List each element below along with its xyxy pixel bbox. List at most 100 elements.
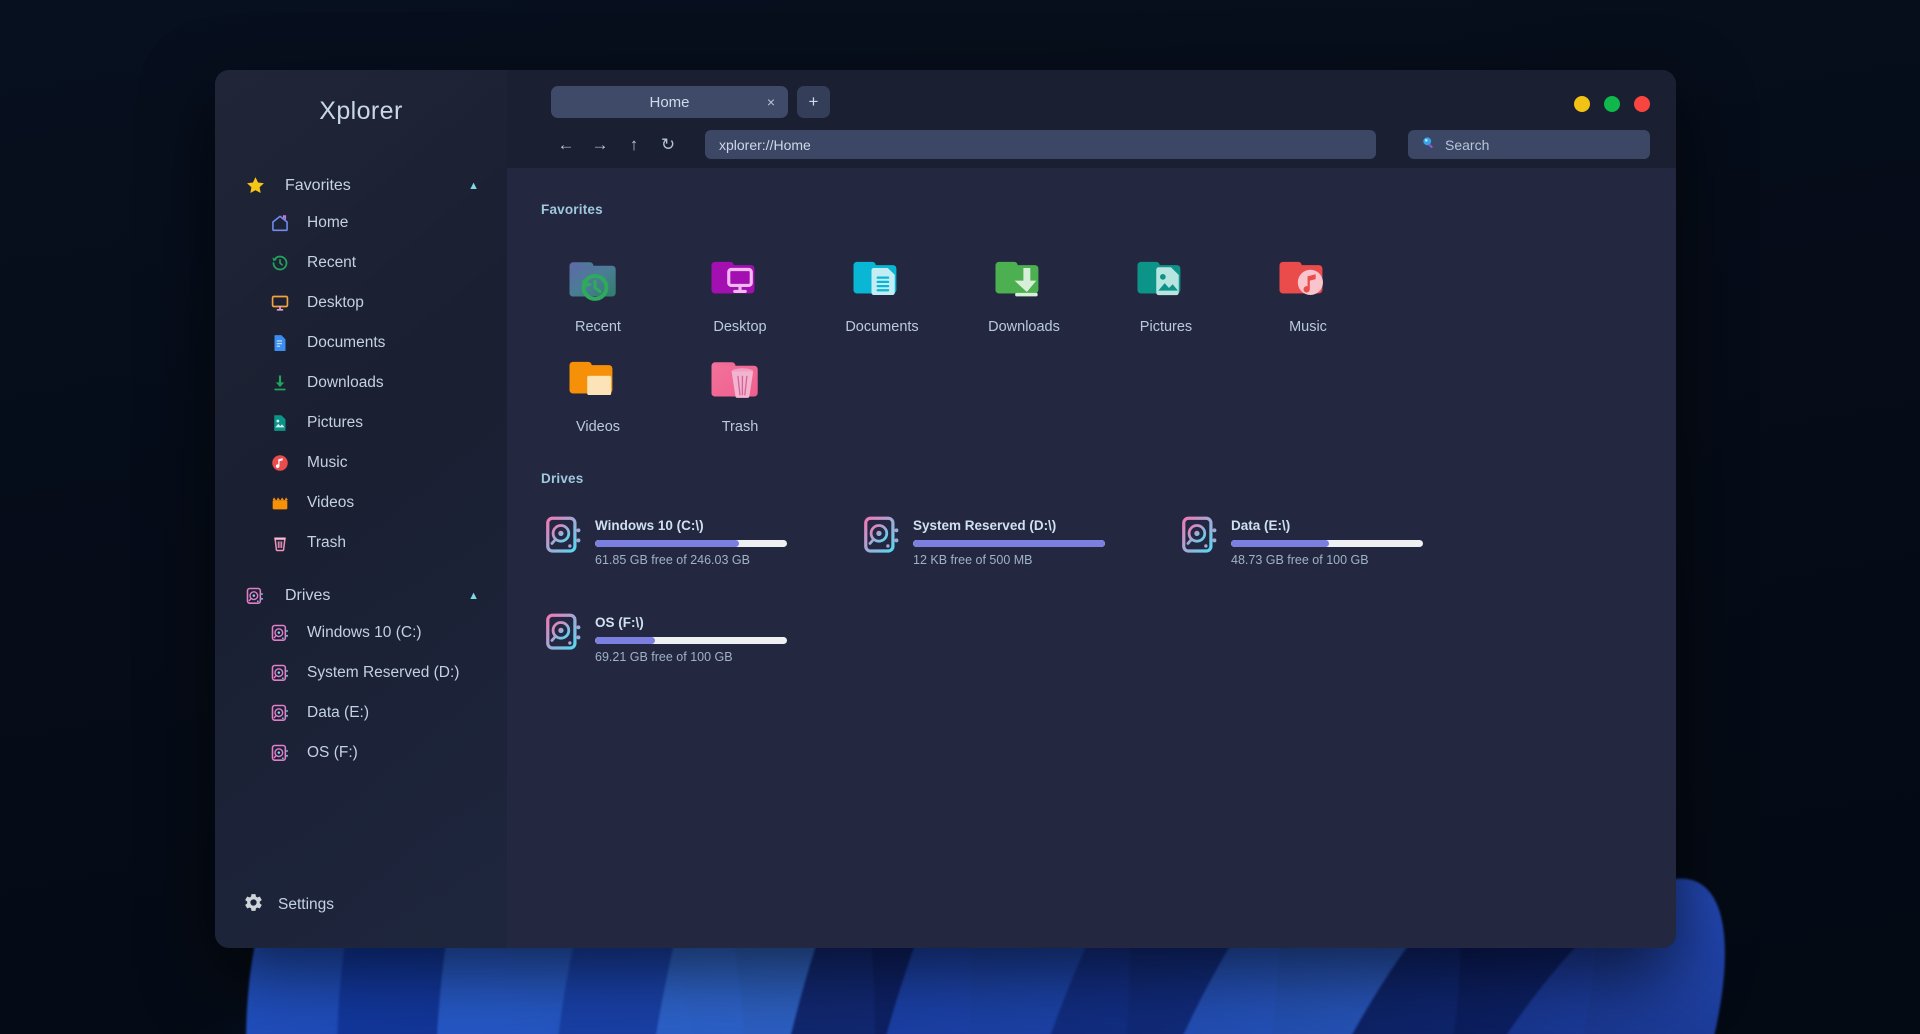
- sidebar-item-label: System Reserved (D:): [307, 664, 460, 681]
- sidebar-item-label: Trash: [307, 534, 347, 551]
- folder-item-label: Trash: [721, 419, 759, 435]
- folder-item-label: Music: [1289, 319, 1327, 335]
- drive-name: Windows 10 (C:\): [595, 518, 704, 533]
- search-input[interactable]: Search: [1408, 130, 1650, 159]
- drive-card[interactable]: OS (F:\) 69.21 GB free of 100 GB: [537, 605, 855, 672]
- address-bar[interactable]: xplorer://Home: [705, 130, 1376, 159]
- drive-free-space-text: 48.73 GB free of 100 GB: [1231, 553, 1369, 567]
- sidebar-item-windows-10-c[interactable]: Windows 10 (C:): [215, 613, 507, 653]
- sidebar-item-recent[interactable]: Recent: [215, 243, 507, 283]
- folder-item-desktop[interactable]: Desktop: [669, 239, 811, 339]
- drive-card[interactable]: Windows 10 (C:\) 61.85 GB free of 246.03 …: [537, 508, 855, 575]
- navigation-bar: ← → ↑ ↻ xplorer://Home Search: [533, 118, 1650, 159]
- drive-card[interactable]: System Reserved (D:\) 12 KB free of 500 M…: [855, 508, 1173, 575]
- sidebar-item-pictures[interactable]: Pictures: [215, 403, 507, 443]
- sidebar-item-label: Music: [307, 454, 348, 471]
- folder-item-label: Videos: [575, 419, 621, 435]
- sidebar-item-data-e[interactable]: Data (E:): [215, 693, 507, 733]
- sidebar-group-drives[interactable]: Drives ▲: [215, 579, 507, 613]
- drive-usage-bar: [595, 540, 787, 547]
- close-tab-icon[interactable]: ×: [767, 95, 775, 109]
- address-bar-value: xplorer://Home: [719, 136, 811, 153]
- image-icon: [267, 412, 293, 434]
- folder-videos-icon: [565, 351, 631, 409]
- sidebar-item-label: Home: [307, 214, 349, 231]
- sidebar-item-home[interactable]: Home: [215, 203, 507, 243]
- sidebar-item-trash[interactable]: Trash: [215, 523, 507, 563]
- folder-documents-icon: [849, 251, 915, 309]
- hard-drive-icon: [267, 742, 293, 764]
- chevron-up-icon[interactable]: ▲: [468, 180, 479, 192]
- window-close-button[interactable]: [1634, 96, 1650, 112]
- sidebar-item-label: Documents: [307, 334, 386, 351]
- drives-section-label: Drives: [541, 471, 584, 486]
- new-tab-button[interactable]: +: [797, 86, 830, 118]
- folder-pictures-icon: [1133, 251, 1199, 309]
- sidebar-item-os-f[interactable]: OS (F:): [215, 733, 507, 773]
- drive-usage-bar: [1231, 540, 1423, 547]
- app-title: Xplorer: [319, 97, 403, 125]
- sidebar-item-label: Windows 10 (C:): [307, 624, 422, 641]
- gear-icon: [243, 892, 264, 918]
- trash-icon: [267, 532, 293, 554]
- sidebar-item-settings[interactable]: Settings: [215, 876, 507, 948]
- back-button[interactable]: ←: [551, 131, 581, 159]
- hard-drive-icon: [545, 613, 583, 655]
- forward-button[interactable]: →: [585, 131, 615, 159]
- folder-music-icon: [1275, 251, 1341, 309]
- folder-item-documents[interactable]: Documents: [811, 239, 953, 339]
- folder-item-music[interactable]: Music: [1237, 239, 1379, 339]
- document-icon: [267, 332, 293, 354]
- sidebar-item-label: OS (F:): [307, 744, 358, 761]
- sidebar-item-music[interactable]: Music: [215, 443, 507, 483]
- download-arrow-icon: [267, 372, 293, 394]
- sidebar-item-downloads[interactable]: Downloads: [215, 363, 507, 403]
- folder-item-label: Downloads: [988, 319, 1060, 335]
- folder-item-downloads[interactable]: Downloads: [953, 239, 1095, 339]
- drive-usage-bar: [913, 540, 1105, 547]
- hard-drive-icon: [1181, 516, 1219, 558]
- clock-revert-icon: [267, 252, 293, 274]
- hard-drive-icon: [267, 662, 293, 684]
- sidebar-nav: Favorites ▲ Home Recent Desktop Documents Down…: [215, 126, 507, 876]
- sidebar-group-favorites[interactable]: Favorites ▲: [215, 168, 507, 203]
- sidebar-group-label: Favorites: [285, 176, 351, 194]
- home-icon: [267, 212, 293, 234]
- folder-item-label: Pictures: [1139, 319, 1193, 335]
- monitor-icon: [267, 292, 293, 314]
- folder-item-videos[interactable]: Videos: [527, 339, 669, 439]
- drive-name: Data (E:\): [1231, 518, 1291, 533]
- drive-free-space-text: 61.85 GB free of 246.03 GB: [595, 553, 750, 567]
- hard-drive-icon: [267, 622, 293, 644]
- folder-item-recent[interactable]: Recent: [527, 239, 669, 339]
- folder-item-trash[interactable]: Trash: [669, 339, 811, 439]
- clapperboard-icon: [267, 492, 293, 514]
- chevron-up-icon[interactable]: ▲: [468, 590, 479, 602]
- window-minimize-button[interactable]: [1574, 96, 1590, 112]
- sidebar-item-videos[interactable]: Videos: [215, 483, 507, 523]
- sidebar-item-system-reserved-d[interactable]: System Reserved (D:): [215, 653, 507, 693]
- folder-recent-icon: [565, 251, 631, 309]
- drive-name: System Reserved (D:\): [913, 518, 1057, 533]
- sidebar-item-label: Downloads: [307, 374, 384, 391]
- titlebar: Home × + ← → ↑ ↻ xplorer://Home Search: [507, 70, 1676, 168]
- tab-bar: Home × +: [533, 86, 1650, 118]
- folder-item-label: Desktop: [713, 319, 767, 335]
- content-area: Favorites Recent Desktop Documents Download…: [507, 168, 1676, 948]
- up-button[interactable]: ↑: [619, 131, 649, 159]
- hard-drive-icon: [545, 516, 583, 558]
- folder-item-pictures[interactable]: Pictures: [1095, 239, 1237, 339]
- sidebar-item-label: Recent: [307, 254, 357, 271]
- search-placeholder-text: Search: [1445, 136, 1490, 153]
- window-controls: [1574, 96, 1650, 112]
- tab-home[interactable]: Home ×: [551, 86, 788, 118]
- drive-card[interactable]: Data (E:\) 48.73 GB free of 100 GB: [1173, 508, 1491, 575]
- music-note-icon: [267, 452, 293, 474]
- tab-label: Home: [649, 93, 690, 111]
- sidebar-item-label: Videos: [307, 494, 355, 511]
- refresh-button[interactable]: ↻: [653, 131, 683, 159]
- sidebar-item-label: Data (E:): [307, 704, 370, 721]
- sidebar-item-documents[interactable]: Documents: [215, 323, 507, 363]
- window-maximize-button[interactable]: [1604, 96, 1620, 112]
- sidebar-item-desktop[interactable]: Desktop: [215, 283, 507, 323]
